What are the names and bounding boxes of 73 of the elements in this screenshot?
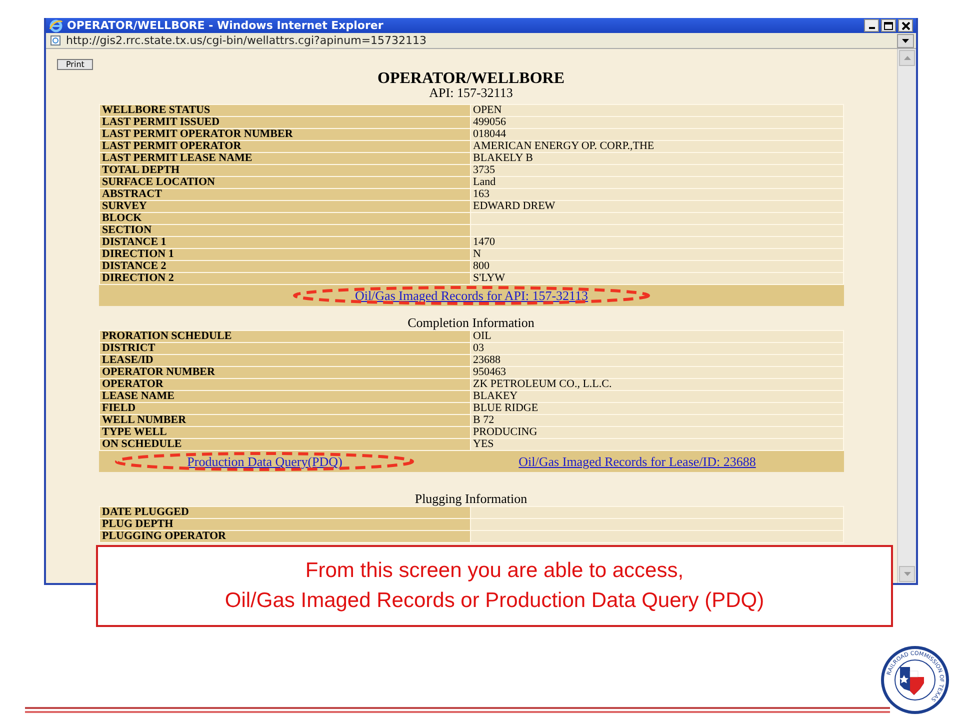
maximize-icon: [884, 22, 893, 30]
field-value: N: [470, 248, 844, 260]
field-value: Land: [470, 176, 844, 188]
field-label: SURVEY: [100, 200, 470, 212]
up-arrow-icon: [902, 55, 912, 61]
caret-icon: [901, 38, 910, 44]
field-label: PLUGGING OPERATOR: [100, 530, 470, 542]
field-label: LAST PERMIT ISSUED: [100, 116, 470, 128]
section-title: Completion Information: [406, 316, 536, 329]
field-value: 03: [470, 342, 844, 354]
browser-logo-icon: [49, 18, 63, 32]
field-label: LEASE NAME: [100, 390, 470, 402]
field-value: 3735: [470, 164, 844, 176]
field-label: LEASE/ID: [100, 354, 470, 366]
field-label: DISTANCE 2: [100, 260, 470, 272]
field-label: DIRECTION 2: [100, 272, 470, 284]
field-value: AMERICAN ENERGY OP. CORP.,THE: [470, 140, 844, 152]
close-button[interactable]: [898, 19, 913, 32]
page-icon: [50, 35, 61, 46]
field-value: BLUE RIDGE: [470, 402, 844, 414]
field-value: B 72: [470, 414, 844, 426]
minimize-button[interactable]: [864, 19, 879, 32]
field-value: 499056: [470, 116, 844, 128]
dropdown-button[interactable]: [897, 34, 914, 48]
field-value: EDWARD DREW: [470, 200, 844, 212]
field-label: OPERATOR NUMBER: [100, 366, 470, 378]
window-title: OPERATOR/WELLBORE - Windows Internet Explorer: [67, 19, 384, 32]
field-value: OPEN: [470, 104, 844, 116]
page-heading: OPERATOR/WELLBORE: [376, 71, 566, 86]
field-label: LAST PERMIT LEASE NAME: [100, 152, 470, 164]
field-label: FIELD: [100, 402, 470, 414]
callout-text: From this screen you are able to access, Oil/Gas Imaged Records or Production Data Query (PDQ): [224, 558, 764, 614]
minimize-icon: [868, 27, 874, 29]
section-title: Plugging Information: [414, 492, 528, 505]
api-number: API: 157-32113: [428, 86, 514, 99]
link[interactable]: Oil/Gas Imaged Records for Lease/ID: 23688: [518, 455, 756, 468]
field-label: SURFACE LOCATION: [100, 176, 470, 188]
field-label: BLOCK: [100, 212, 470, 224]
field-value: BLAKEY: [470, 390, 844, 402]
field-label: DATE PLUGGED: [100, 506, 470, 518]
field-value: YES: [470, 438, 844, 450]
field-label: WELLBORE STATUS: [100, 104, 470, 116]
close-icon: [902, 22, 910, 30]
print-button[interactable]: Print: [57, 59, 94, 70]
field-value: 950463: [470, 366, 844, 378]
field-value: 018044: [470, 128, 844, 140]
field-label: LAST PERMIT OPERATOR: [100, 140, 470, 152]
field-label: DIRECTION 1: [100, 248, 470, 260]
field-value: BLAKELY B: [470, 152, 844, 164]
field-value: S'LYW: [470, 272, 844, 284]
field-value: 800: [470, 260, 844, 272]
field-value: 163: [470, 188, 844, 200]
field-label: DISTRICT: [100, 342, 470, 354]
field-label: TOTAL DEPTH: [100, 164, 470, 176]
field-value: ZK PETROLEUM CO., L.L.C.: [470, 378, 844, 390]
maximize-button[interactable]: [881, 19, 896, 32]
field-label: ON SCHEDULE: [100, 438, 470, 450]
field-label: PRORATION SCHEDULE: [100, 330, 470, 342]
field-label: ABSTRACT: [100, 188, 470, 200]
field-value: 23688: [470, 354, 844, 366]
address-text: http://gis2.rrc.state.tx.us/cgi-bin/wellattrs.cgi?apinum=15732113: [66, 34, 428, 47]
field-label: OPERATOR: [100, 378, 470, 390]
field-value: 1470: [470, 236, 844, 248]
field-label: LAST PERMIT OPERATOR NUMBER: [100, 128, 470, 140]
field-value: PRODUCING: [470, 426, 844, 438]
field-label: TYPE WELL: [100, 426, 470, 438]
down-arrow-icon: [902, 571, 912, 577]
field-label: SECTION: [100, 224, 470, 236]
field-label: PLUG DEPTH: [100, 518, 470, 530]
field-label: WELL NUMBER: [100, 414, 470, 426]
address-bar[interactable]: http://gis2.rrc.state.tx.us/cgi-bin/wellattrs.cgi?apinum=15732113: [46, 33, 916, 49]
field-label: DISTANCE 1: [100, 236, 470, 248]
field-value: OIL: [470, 330, 844, 342]
